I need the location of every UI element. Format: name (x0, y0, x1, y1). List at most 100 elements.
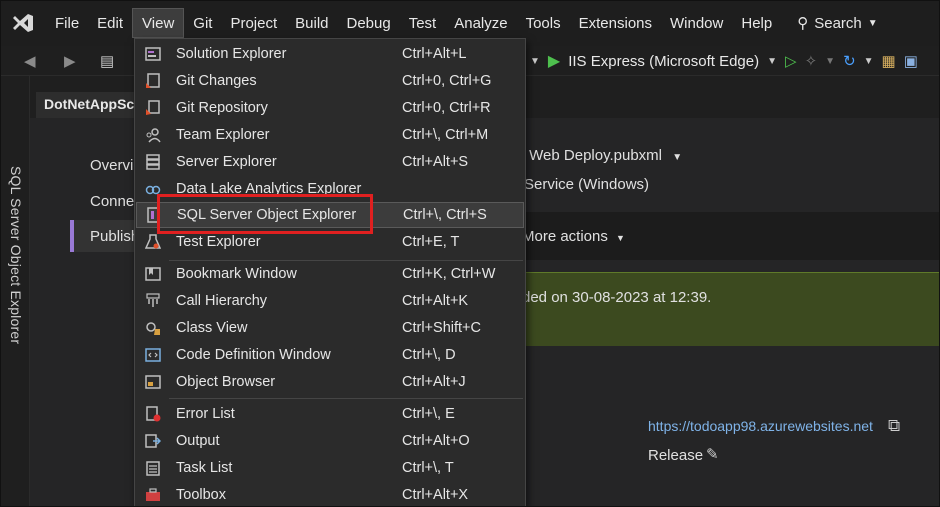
view-menu-dropdown: Solution Explorer Ctrl+Alt+L Git Changes… (134, 38, 526, 507)
menu-file[interactable]: File (46, 8, 88, 38)
folder-icon[interactable]: ▦ (882, 52, 896, 70)
menu-item-shortcut: Ctrl+Alt+K (402, 293, 469, 309)
menu-item-solution-explorer[interactable]: Solution Explorer Ctrl+Alt+L (136, 41, 524, 67)
menu-window[interactable]: Window (661, 8, 732, 38)
menu-item-server-explorer[interactable]: Server Explorer Ctrl+Alt+S (136, 149, 524, 175)
menu-item-git-changes[interactable]: Git Changes Ctrl+0, Ctrl+G (136, 68, 524, 94)
menu-item-class-view[interactable]: Class View Ctrl+Shift+C (136, 315, 524, 341)
chevron-down-icon[interactable]: ▼ (767, 56, 777, 67)
search-button[interactable]: ⚲ Search ▼ (789, 14, 885, 33)
menu-project[interactable]: Project (221, 8, 286, 38)
menu-item-label: Code Definition Window (176, 347, 331, 363)
git-changes-icon (144, 72, 162, 90)
git-repository-icon (144, 99, 162, 117)
menu-item-shortcut: Ctrl+Alt+S (402, 154, 469, 170)
run-area: ▼ ▶ IIS Express (Microsoft Edge) ▼ ▷ ✧ ▼… (530, 46, 918, 76)
menu-item-shortcut: Ctrl+K, Ctrl+W (402, 266, 496, 282)
call-hierarchy-icon (144, 292, 162, 310)
menu-item-team-explorer[interactable]: Team Explorer Ctrl+\, Ctrl+M (136, 122, 524, 148)
menu-tools[interactable]: Tools (517, 8, 570, 38)
start-without-debugging-icon[interactable]: ▷ (785, 52, 797, 70)
test-explorer-icon (144, 233, 162, 251)
menu-item-shortcut: Ctrl+Alt+J (402, 374, 466, 390)
menu-item-error-list[interactable]: Error List Ctrl+\, E (136, 401, 524, 427)
menu-debug[interactable]: Debug (338, 8, 400, 38)
nav-overview[interactable]: Overvi (90, 157, 133, 174)
document-tab[interactable]: DotNetAppSc (36, 92, 146, 118)
menu-item-label: Server Explorer (176, 154, 277, 170)
sql-server-object-explorer-tab[interactable]: SQL Server Object Explorer (8, 166, 24, 344)
chevron-down-icon[interactable]: ▼ (864, 56, 874, 67)
menu-item-label: Class View (176, 320, 248, 336)
highlight-annotation-box (157, 194, 373, 234)
menu-item-code-definition-window[interactable]: Code Definition Window Ctrl+\, D (136, 342, 524, 368)
banner-text: ded on 30-08-2023 at 12:39. (522, 289, 712, 306)
menu-item-label: Bookmark Window (176, 266, 297, 282)
publish-success-banner (520, 272, 940, 346)
menu-item-git-repository[interactable]: Git Repository Ctrl+0, Ctrl+R (136, 95, 524, 121)
copy-icon[interactable]: ⧉ (888, 416, 900, 436)
toolbox-icon (144, 486, 162, 504)
task-list-icon (144, 459, 162, 477)
chevron-down-icon[interactable]: ▼ (530, 56, 540, 67)
search-icon: ⚲ (797, 15, 809, 32)
error-list-icon (144, 405, 162, 423)
menu-item-label: Object Browser (176, 374, 276, 390)
menu-item-shortcut: Ctrl+0, Ctrl+R (402, 100, 491, 116)
menu-item-label: Call Hierarchy (176, 293, 268, 309)
code-definition-icon (144, 346, 162, 364)
menu-item-object-browser[interactable]: Object Browser Ctrl+Alt+J (136, 369, 524, 395)
menu-item-task-list[interactable]: Task List Ctrl+\, T (136, 455, 524, 481)
menu-item-toolbox[interactable]: Toolbox Ctrl+Alt+X (136, 482, 524, 507)
chevron-down-icon[interactable]: ▼ (825, 56, 835, 67)
menu-item-label: Output (176, 433, 220, 449)
menu-help[interactable]: Help (732, 8, 781, 38)
menu-item-label: Toolbox (176, 487, 226, 503)
menu-test[interactable]: Test (400, 8, 446, 38)
menu-item-shortcut: Ctrl+\, T (402, 460, 454, 476)
site-url-link[interactable]: https://todoapp98.azurewebsites.net (648, 418, 873, 434)
menu-edit[interactable]: Edit (88, 8, 132, 38)
chevron-down-icon: ▼ (616, 233, 625, 243)
play-icon[interactable]: ▶ (548, 51, 560, 71)
menu-separator (169, 398, 523, 399)
menu-item-call-hierarchy[interactable]: Call Hierarchy Ctrl+Alt+K (136, 288, 524, 314)
window-icon[interactable]: ▣ (904, 52, 918, 70)
menu-item-shortcut: Ctrl+0, Ctrl+G (402, 73, 492, 89)
publish-profile-label: - Web Deploy.pubxml (520, 147, 663, 164)
menu-item-shortcut: Ctrl+Alt+L (402, 46, 467, 62)
menu-extensions[interactable]: Extensions (570, 8, 661, 38)
hot-reload-icon[interactable]: ✧ (805, 52, 818, 70)
visual-studio-logo-icon[interactable] (0, 0, 46, 46)
menu-view[interactable]: View (132, 8, 185, 38)
menu-item-shortcut: Ctrl+\, E (402, 406, 455, 422)
menu-item-shortcut: Ctrl+\, Ctrl+M (402, 127, 489, 143)
configuration-value: Release (648, 447, 704, 464)
nav-connected-services[interactable]: Conne (90, 193, 134, 210)
run-target[interactable]: IIS Express (Microsoft Edge) (568, 53, 759, 70)
menu-item-label: Git Repository (176, 100, 268, 116)
menu-analyze[interactable]: Analyze (445, 8, 516, 38)
chevron-down-icon: ▼ (867, 17, 878, 29)
menu-build[interactable]: Build (286, 8, 337, 38)
publish-target: Service (Windows) (524, 176, 650, 193)
edit-pencil-icon[interactable]: ✎ (706, 445, 719, 463)
menu-item-shortcut: Ctrl+Alt+O (402, 433, 470, 449)
team-explorer-icon (144, 126, 162, 144)
more-actions-label: More actions (522, 228, 608, 245)
menu-item-bookmark-window[interactable]: Bookmark Window Ctrl+K, Ctrl+W (136, 261, 524, 287)
more-actions-button[interactable]: More actions ▼ (522, 228, 625, 245)
nav-publish[interactable]: Publish (90, 228, 139, 245)
forward-icon[interactable]: ▶ (64, 52, 76, 70)
output-icon (144, 432, 162, 450)
menu-git[interactable]: Git (184, 8, 221, 38)
menu-item-shortcut: Ctrl+Shift+C (402, 320, 481, 336)
menu-item-shortcut: Ctrl+Alt+X (402, 487, 469, 503)
menu-item-label: Solution Explorer (176, 46, 287, 62)
publish-profile[interactable]: - Web Deploy.pubxml ▼ (520, 147, 682, 164)
menu-item-shortcut: Ctrl+\, D (402, 347, 456, 363)
menu-item-output[interactable]: Output Ctrl+Alt+O (136, 428, 524, 454)
refresh-icon[interactable]: ↻ (843, 52, 856, 70)
back-icon[interactable]: ◀ (24, 52, 36, 70)
new-project-icon[interactable]: ▤ (100, 52, 114, 70)
